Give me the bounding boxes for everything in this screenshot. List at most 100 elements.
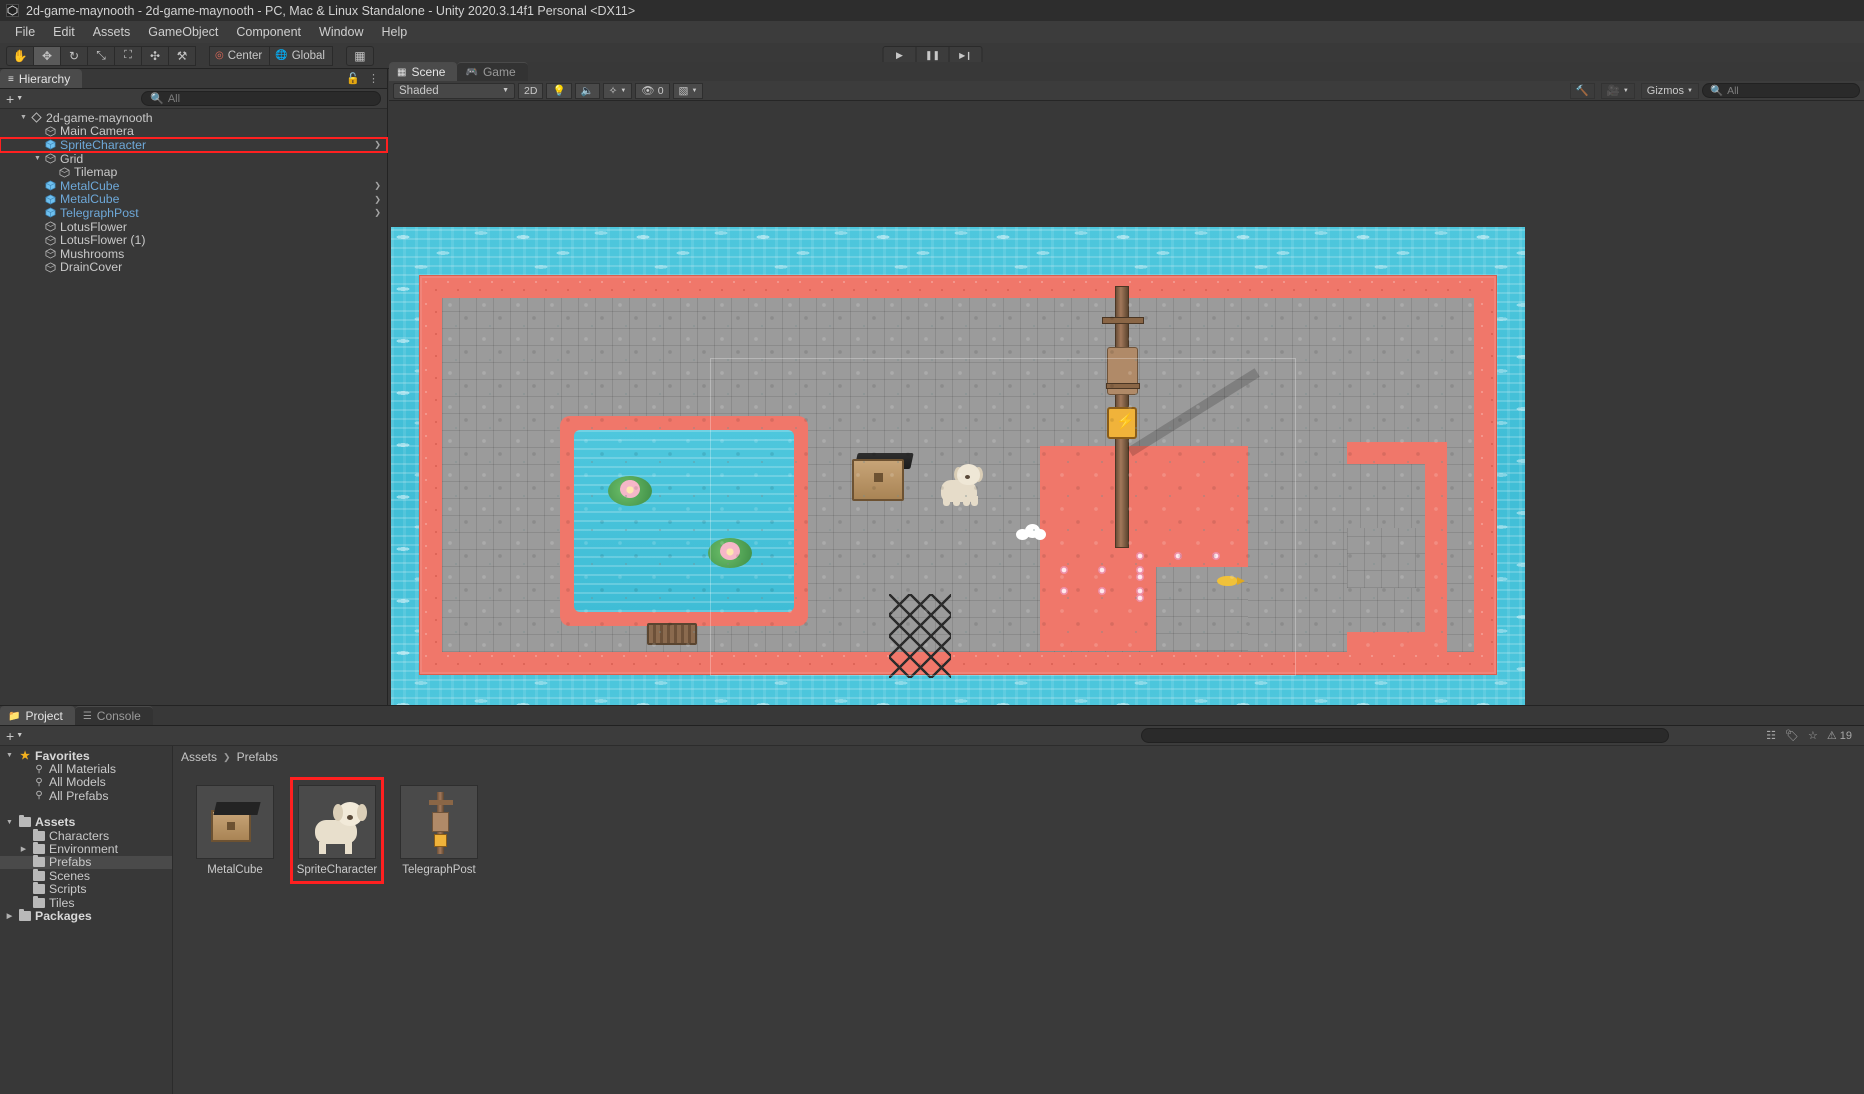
search-icon: ⚲ (35, 776, 43, 788)
hierarchy-item-tilemap[interactable]: Tilemap (0, 165, 387, 179)
asset-item-metalcube[interactable]: MetalCube (191, 780, 279, 881)
hierarchy-item-metalcube[interactable]: MetalCube ❯ (0, 179, 387, 193)
gizmos-button[interactable]: Gizmos ▼ (1640, 82, 1699, 99)
kebab-menu-icon[interactable]: ⋮ (368, 72, 379, 85)
project-tree-item-packages[interactable]: ▶ Packages (0, 908, 172, 923)
project-tree-item-tiles[interactable]: Tiles (0, 895, 172, 910)
menu-window[interactable]: Window (310, 23, 372, 41)
scene-tools-button[interactable]: 🔨 (1569, 82, 1595, 99)
scene-fx-button[interactable]: ✧ ▼ (602, 82, 633, 99)
warning-badge[interactable]: ⚠ 19 (1826, 729, 1852, 743)
scene-lighting-button[interactable]: 💡 (546, 82, 572, 99)
project-tree-item-all-prefabs[interactable]: ⚲ All Prefabs (0, 789, 172, 803)
project-tree-item-label: Assets (35, 815, 76, 830)
open-prefab-chevron-icon[interactable]: ❯ (374, 181, 381, 190)
tab-project[interactable]: 📁 Project (0, 706, 75, 725)
expand-triangle-open-icon[interactable]: ▼ (18, 114, 29, 121)
hidden-objects-button[interactable]: 👁 0 (635, 82, 670, 99)
open-prefab-chevron-icon[interactable]: ❯ (374, 195, 381, 204)
tab-game[interactable]: 🎮 Game (457, 62, 528, 81)
hierarchy-item-label: MetalCube (60, 178, 120, 193)
expand-triangle-closed-icon[interactable]: ▶ (18, 845, 29, 853)
breadcrumb-prefabs[interactable]: Prefabs (237, 750, 278, 764)
expand-triangle-open-icon[interactable]: ▼ (4, 752, 15, 759)
favorite-star-icon[interactable]: ☆ (1808, 729, 1818, 742)
hierarchy-item-draincover[interactable]: DrainCover (0, 260, 387, 274)
search-icon: ⚲ (35, 763, 43, 775)
prefab-icon (43, 139, 58, 150)
move-tool-button[interactable]: ✥ (33, 45, 61, 66)
draw-mode-dropdown[interactable]: Shaded ▼ (393, 82, 515, 99)
create-gameobject-button[interactable]: + ▼ (6, 91, 23, 107)
project-tree-item-scripts[interactable]: Scripts (0, 882, 172, 897)
tab-console[interactable]: ☰ Console (74, 706, 153, 725)
tab-scene[interactable]: ▦ Scene (389, 62, 458, 81)
project-search-input[interactable] (1141, 728, 1670, 743)
menu-help[interactable]: Help (372, 23, 416, 41)
custom-editor-tool-button[interactable]: ⚒ (168, 45, 196, 66)
open-prefab-chevron-icon[interactable]: ❯ (374, 140, 381, 149)
rect-tool-button[interactable]: ⛶ (114, 45, 142, 66)
project-tree-item-label: Favorites (35, 748, 90, 763)
hierarchy-item-main-camera[interactable]: Main Camera (0, 124, 387, 138)
asset-item-spritecharacter[interactable]: SpriteCharacter (290, 777, 384, 884)
hierarchy-item-lotusflower-1[interactable]: LotusFlower (1) (0, 233, 387, 247)
warning-icon: ⚠ (1826, 730, 1837, 742)
menu-component[interactable]: Component (227, 23, 310, 41)
hierarchy-item-mushrooms[interactable]: Mushrooms (0, 247, 387, 261)
expand-triangle-closed-icon[interactable]: ▶ (4, 912, 15, 920)
asset-item-telegraphpost[interactable]: TelegraphPost (395, 780, 483, 881)
grid-snapping-button[interactable]: ▦ (345, 45, 374, 66)
project-tree-item-characters[interactable]: Characters (0, 828, 172, 843)
project-tree-item-environment[interactable]: ▶ Environment (0, 842, 172, 856)
hand-tool-button[interactable]: ✋ (6, 45, 34, 66)
filter-by-label-icon[interactable]: 🏷 (1785, 729, 1799, 742)
scene-search-placeholder: All (1727, 84, 1739, 97)
menu-edit[interactable]: Edit (44, 23, 84, 41)
hierarchy-item-spritecharacter[interactable]: SpriteCharacter ❯ (0, 137, 388, 153)
project-tree-item-all-models[interactable]: ⚲ All Models (0, 775, 172, 789)
project-tree-item-favorites[interactable]: ▼ ★ Favorites (0, 748, 172, 763)
hierarchy-item-label: Grid (60, 151, 84, 166)
menu-assets[interactable]: Assets (84, 23, 140, 41)
scene-canvas[interactable] (389, 101, 1864, 705)
hierarchy-item-lotusflower[interactable]: LotusFlower (0, 220, 387, 234)
filter-by-type-icon[interactable]: ☷ (1766, 729, 1776, 742)
scale-tool-button[interactable]: ⤡ (87, 45, 115, 66)
grid-visibility-button[interactable]: ▧ ▼ (672, 82, 704, 99)
project-tree-item-label: Packages (35, 909, 92, 923)
chevron-down-icon: ▼ (16, 732, 24, 739)
scene-audio-button[interactable]: 🔈 (574, 82, 600, 99)
menu-gameobject[interactable]: GameObject (139, 23, 227, 41)
expand-triangle-open-icon[interactable]: ▼ (4, 819, 15, 826)
lock-icon[interactable]: 🔓 (346, 72, 360, 85)
transform-tool-button[interactable]: ✣ (141, 45, 169, 66)
project-tree-item-all-materials[interactable]: ⚲ All Materials (0, 762, 172, 776)
toggle-2d-button[interactable]: 2D (518, 82, 544, 99)
breadcrumb-assets[interactable]: Assets (181, 750, 217, 764)
pivot-mode-button[interactable]: ◎ Center (209, 45, 271, 66)
hierarchy-item-telegraphpost[interactable]: TelegraphPost ❯ (0, 206, 387, 220)
project-tree-item-scenes[interactable]: Scenes (0, 868, 172, 883)
handle-rotation-button[interactable]: 🌐 Global (269, 45, 333, 66)
hierarchy-search-input[interactable]: 🔍 All (141, 91, 381, 106)
hierarchy-item-2d-game-maynooth[interactable]: ▼ 2d-game-maynooth (0, 111, 387, 125)
effects-icon: ✧ (608, 84, 618, 97)
hierarchy-item-metalcube[interactable]: MetalCube ❯ (0, 192, 387, 206)
open-prefab-chevron-icon[interactable]: ❯ (374, 208, 381, 217)
create-asset-button[interactable]: + ▼ (6, 728, 23, 744)
scene-camera-button[interactable]: 🎥 ▼ (1600, 82, 1635, 99)
project-tree-item-label: Scripts (49, 882, 87, 897)
project-tree-item-assets[interactable]: ▼ Assets (0, 815, 172, 830)
hierarchy-tabbar: ≡ Hierarchy 🔓 ⋮ (0, 69, 387, 89)
project-tree-item-prefabs[interactable]: Prefabs (0, 855, 172, 869)
rotate-tool-button[interactable]: ↻ (60, 45, 88, 66)
menu-file[interactable]: File (6, 23, 44, 41)
expand-triangle-open-icon[interactable]: ▼ (32, 155, 43, 162)
project-tree-item-label: Tiles (49, 895, 75, 910)
tab-hierarchy[interactable]: ≡ Hierarchy (0, 69, 83, 88)
hierarchy-item-grid[interactable]: ▼ Grid (0, 152, 387, 166)
handle-label: Global (291, 49, 325, 62)
scene-search-input[interactable]: 🔍 All (1702, 83, 1860, 98)
asset-grid: MetalCube SpriteCharacter TelegraphPost (173, 768, 1864, 884)
